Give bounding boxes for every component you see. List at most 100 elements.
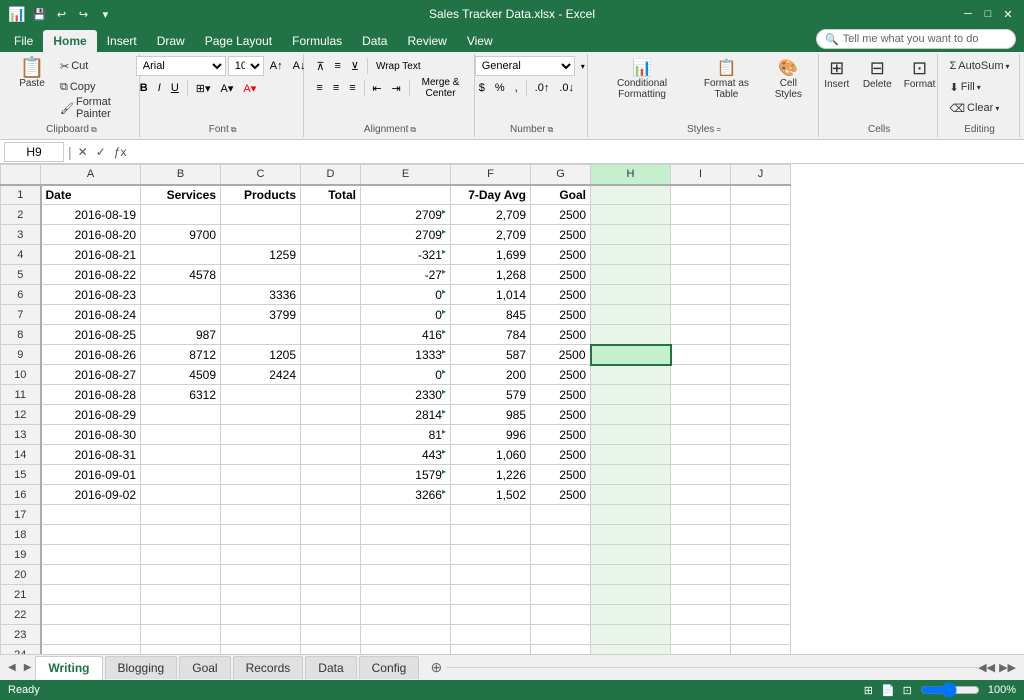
table-cell[interactable]: [451, 525, 531, 545]
table-cell[interactable]: [671, 545, 731, 565]
table-cell[interactable]: [451, 645, 531, 655]
table-cell[interactable]: Total: [301, 185, 361, 205]
table-cell[interactable]: 200: [451, 365, 531, 385]
table-cell[interactable]: 2016-08-27: [41, 365, 141, 385]
sheet-tab-goal[interactable]: Goal: [179, 656, 230, 679]
table-cell[interactable]: [301, 405, 361, 425]
table-cell[interactable]: 2016-08-26: [41, 345, 141, 365]
table-cell[interactable]: [591, 625, 671, 645]
table-cell[interactable]: [141, 285, 221, 305]
tab-view[interactable]: View: [457, 30, 503, 52]
sheet-tab-config[interactable]: Config: [359, 656, 420, 679]
table-cell[interactable]: [591, 185, 671, 205]
clear-button[interactable]: ⌫ Clear ▾: [945, 98, 1003, 118]
table-cell[interactable]: [221, 445, 301, 465]
row-header[interactable]: 18: [1, 525, 41, 545]
table-cell[interactable]: 985: [451, 405, 531, 425]
table-cell[interactable]: [591, 325, 671, 345]
table-cell[interactable]: 2016-08-24: [41, 305, 141, 325]
table-cell[interactable]: [361, 545, 451, 565]
table-cell[interactable]: 2016-08-21: [41, 245, 141, 265]
table-cell[interactable]: [671, 305, 731, 325]
formula-input[interactable]: [132, 143, 1020, 161]
table-cell[interactable]: 7-Day Avg: [451, 185, 531, 205]
table-cell[interactable]: [591, 365, 671, 385]
table-cell[interactable]: [451, 505, 531, 525]
table-cell[interactable]: [221, 385, 301, 405]
number-expand-icon[interactable]: ⧉: [548, 125, 554, 135]
table-cell[interactable]: [141, 605, 221, 625]
table-cell[interactable]: 2016-08-31: [41, 445, 141, 465]
table-cell[interactable]: [221, 265, 301, 285]
table-cell[interactable]: 2709▸: [361, 205, 451, 225]
table-cell[interactable]: [531, 645, 591, 655]
decimal-decrease-button[interactable]: .0↓: [555, 78, 578, 98]
table-cell[interactable]: [731, 245, 791, 265]
table-cell[interactable]: [591, 265, 671, 285]
table-cell[interactable]: [731, 345, 791, 365]
tab-data[interactable]: Data: [352, 30, 397, 52]
table-cell[interactable]: 0▸: [361, 285, 451, 305]
table-cell[interactable]: [221, 605, 301, 625]
indent-decrease-button[interactable]: ⇤: [368, 78, 385, 98]
table-cell[interactable]: Goal: [531, 185, 591, 205]
align-center-button[interactable]: ≡: [329, 78, 343, 98]
table-cell[interactable]: [301, 325, 361, 345]
row-header[interactable]: 15: [1, 465, 41, 485]
table-cell[interactable]: [591, 285, 671, 305]
underline-button[interactable]: U: [167, 78, 183, 98]
row-header[interactable]: 22: [1, 605, 41, 625]
table-cell[interactable]: 2016-08-28: [41, 385, 141, 405]
table-cell[interactable]: [141, 585, 221, 605]
col-header-e[interactable]: E: [361, 165, 451, 185]
table-cell[interactable]: 2500: [531, 305, 591, 325]
table-cell[interactable]: [731, 285, 791, 305]
row-header[interactable]: 7: [1, 305, 41, 325]
table-cell[interactable]: 587: [451, 345, 531, 365]
cut-button[interactable]: ✂ Cut: [56, 56, 133, 76]
table-cell[interactable]: [301, 285, 361, 305]
sheet-tab-data[interactable]: Data: [305, 656, 356, 679]
table-cell[interactable]: [141, 405, 221, 425]
table-cell[interactable]: [361, 625, 451, 645]
table-cell[interactable]: [301, 205, 361, 225]
row-header[interactable]: 6: [1, 285, 41, 305]
row-header[interactable]: 19: [1, 545, 41, 565]
table-cell[interactable]: [671, 645, 731, 655]
number-format-select[interactable]: General: [475, 56, 575, 76]
table-cell[interactable]: [671, 465, 731, 485]
paste-button[interactable]: 📋 Paste: [10, 56, 54, 91]
table-cell[interactable]: [301, 625, 361, 645]
table-cell[interactable]: 2500: [531, 365, 591, 385]
table-cell[interactable]: [531, 625, 591, 645]
table-cell[interactable]: [221, 525, 301, 545]
table-cell[interactable]: [731, 405, 791, 425]
table-cell[interactable]: [141, 645, 221, 655]
table-cell[interactable]: 1205: [221, 345, 301, 365]
insert-button[interactable]: ⊞ Insert: [819, 56, 855, 92]
maximize-button[interactable]: □: [980, 6, 996, 22]
table-cell[interactable]: [141, 565, 221, 585]
cell-reference-input[interactable]: [4, 142, 64, 162]
align-top-button[interactable]: ⊼: [312, 56, 328, 76]
sheets-nav-right[interactable]: ▶: [20, 662, 36, 673]
page-break-view-icon[interactable]: ⊡: [903, 684, 912, 697]
table-cell[interactable]: [731, 465, 791, 485]
table-cell[interactable]: [671, 425, 731, 445]
col-header-a[interactable]: A: [41, 165, 141, 185]
table-cell[interactable]: [671, 185, 731, 205]
table-cell[interactable]: 2500: [531, 345, 591, 365]
table-cell[interactable]: 416▸: [361, 325, 451, 345]
table-cell[interactable]: 2709▸: [361, 225, 451, 245]
table-cell[interactable]: [361, 585, 451, 605]
table-cell[interactable]: 1,226: [451, 465, 531, 485]
table-cell[interactable]: 2500: [531, 465, 591, 485]
tab-draw[interactable]: Draw: [147, 30, 195, 52]
table-cell[interactable]: [141, 625, 221, 645]
table-cell[interactable]: 2424: [221, 365, 301, 385]
table-cell[interactable]: 1,502: [451, 485, 531, 505]
table-cell[interactable]: [591, 445, 671, 465]
font-family-select[interactable]: Arial: [136, 56, 226, 76]
table-cell[interactable]: [301, 425, 361, 445]
table-cell[interactable]: [361, 525, 451, 545]
